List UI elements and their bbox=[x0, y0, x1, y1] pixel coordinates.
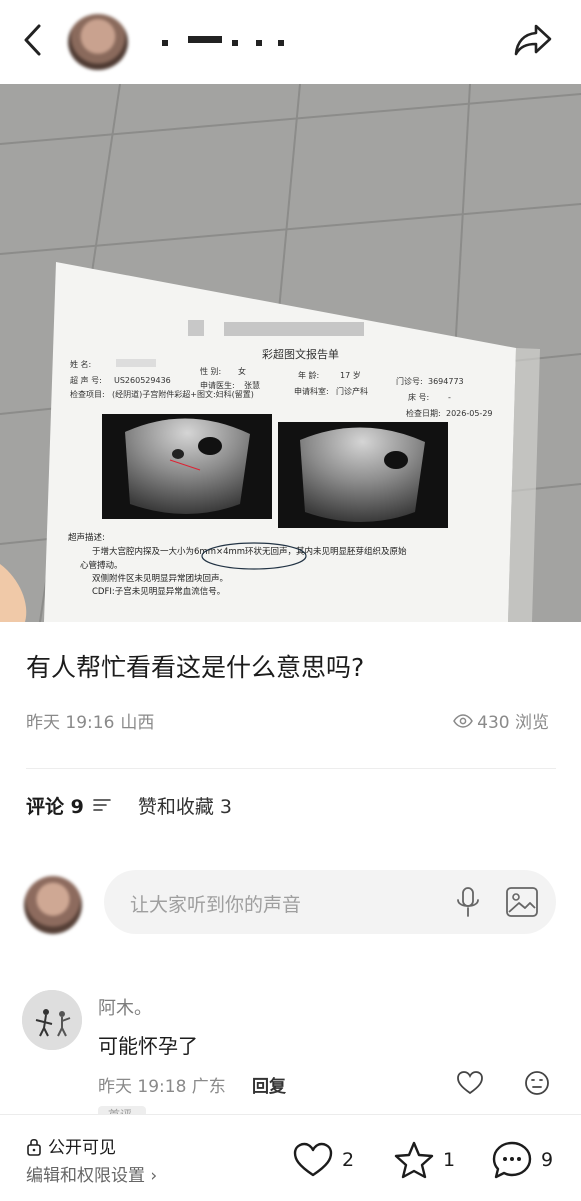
svg-text:超声描述:: 超声描述: bbox=[68, 532, 105, 543]
post-photo[interactable]: 彩超图文报告单 姓 名: 性 别: 女 年 龄: 17 岁 门诊号: 36947… bbox=[0, 84, 581, 622]
bottom-bar: 公开可见 编辑和权限设置 › 2 1 9 bbox=[0, 1114, 581, 1201]
chat-bubble-icon bbox=[492, 1141, 532, 1179]
svg-text:床 号:: 床 号: bbox=[408, 392, 429, 402]
svg-text:姓 名:: 姓 名: bbox=[70, 359, 91, 369]
tab-comments[interactable]: 评论 9 bbox=[26, 792, 84, 819]
svg-text:门诊产科: 门诊产科 bbox=[336, 386, 368, 396]
comment-placeholder: 让大家听到你的声音 bbox=[130, 894, 302, 916]
post-meta: 昨天 19:16 山西 bbox=[26, 708, 160, 733]
svg-text:于增大宫腔内探及一大小为6mm×4mm环状无回声，其内未见明: 于增大宫腔内探及一大小为6mm×4mm环状无回声，其内未见明显胚芽组织及原始 bbox=[92, 546, 407, 557]
image-upload-icon[interactable] bbox=[504, 884, 540, 920]
like-count: 2 bbox=[342, 1149, 355, 1171]
eye-icon bbox=[453, 713, 474, 728]
author-name-redacted[interactable] bbox=[160, 26, 290, 56]
svg-text:张慧: 张慧 bbox=[244, 380, 260, 390]
comment-emoji-icon[interactable] bbox=[524, 1070, 550, 1096]
view-count-label: 430 浏览 bbox=[477, 713, 549, 733]
edit-permissions-link[interactable]: 编辑和权限设置 › bbox=[26, 1161, 157, 1186]
microphone-icon[interactable] bbox=[454, 886, 482, 918]
report-title: 彩超图文报告单 bbox=[262, 347, 339, 361]
like-button[interactable]: 2 bbox=[292, 1137, 354, 1183]
svg-text:17 岁: 17 岁 bbox=[340, 370, 361, 380]
svg-text:年 龄:: 年 龄: bbox=[298, 370, 319, 380]
svg-text:心管搏动。: 心管搏动。 bbox=[80, 560, 123, 571]
svg-text:性 别:: 性 别: bbox=[200, 366, 221, 376]
favorite-button[interactable]: 1 bbox=[393, 1137, 455, 1183]
comment-text: 可能怀孕了 bbox=[98, 1034, 198, 1058]
divider bbox=[26, 768, 556, 769]
comment-count: 9 bbox=[541, 1149, 554, 1171]
sort-icon[interactable] bbox=[90, 795, 116, 815]
svg-text:-: - bbox=[448, 393, 451, 402]
svg-text:超 声 号:: 超 声 号: bbox=[70, 375, 102, 385]
tab-likes-favs[interactable]: 赞和收藏 3 bbox=[138, 792, 232, 819]
svg-text:申请医生:: 申请医生: bbox=[200, 380, 235, 390]
commenter-avatar[interactable] bbox=[22, 990, 82, 1050]
heart-icon bbox=[293, 1142, 333, 1177]
lock-icon bbox=[27, 1138, 41, 1156]
svg-text:双侧附件区未见明显异常团块回声。: 双侧附件区未见明显异常团块回声。 bbox=[92, 573, 228, 584]
post-location: 山西 bbox=[120, 713, 155, 733]
favorite-count: 1 bbox=[443, 1149, 456, 1171]
post-title: 有人帮忙看看这是什么意思吗? bbox=[26, 653, 365, 682]
svg-text:CDFI:子宫未见明显异常血流信号。: CDFI:子宫未见明显异常血流信号。 bbox=[92, 586, 225, 597]
svg-text:申请科室:: 申请科室: bbox=[294, 386, 329, 396]
comment-like-icon[interactable] bbox=[456, 1070, 484, 1096]
post-time: 昨天 19:16 bbox=[26, 713, 115, 733]
visibility-label[interactable]: 公开可见 bbox=[48, 1133, 116, 1158]
back-arrow-icon[interactable] bbox=[20, 22, 46, 58]
svg-text:检查项目:: 检查项目: bbox=[70, 389, 105, 399]
comment-tabs: 评论 9 赞和收藏 3 bbox=[26, 790, 232, 820]
svg-text:门诊号:: 门诊号: bbox=[396, 376, 423, 386]
author-avatar[interactable] bbox=[68, 14, 128, 70]
svg-text:(经阴道)子宫附件彩超+图文:妇科(留置): (经阴道)子宫附件彩超+图文:妇科(留置) bbox=[112, 389, 254, 399]
reply-button[interactable]: 回复 bbox=[252, 1072, 286, 1097]
svg-text:2026-05-29: 2026-05-29 bbox=[446, 409, 493, 418]
svg-text:检查日期:: 检查日期: bbox=[406, 408, 441, 418]
top-bar bbox=[0, 0, 581, 84]
svg-text:US260529436: US260529436 bbox=[114, 376, 171, 385]
comment-meta: 昨天 19:18 广东 bbox=[98, 1077, 226, 1097]
svg-text:3694773: 3694773 bbox=[428, 377, 464, 386]
comment-author[interactable]: 阿木。 bbox=[98, 994, 152, 1020]
share-arrow-icon[interactable] bbox=[510, 20, 556, 60]
comment-button[interactable]: 9 bbox=[491, 1137, 553, 1183]
star-icon bbox=[394, 1141, 434, 1179]
svg-text:女: 女 bbox=[238, 366, 246, 376]
my-avatar bbox=[24, 876, 82, 934]
view-count: 430 浏览 bbox=[453, 708, 549, 733]
comment-input[interactable]: 让大家听到你的声音 bbox=[104, 870, 556, 934]
